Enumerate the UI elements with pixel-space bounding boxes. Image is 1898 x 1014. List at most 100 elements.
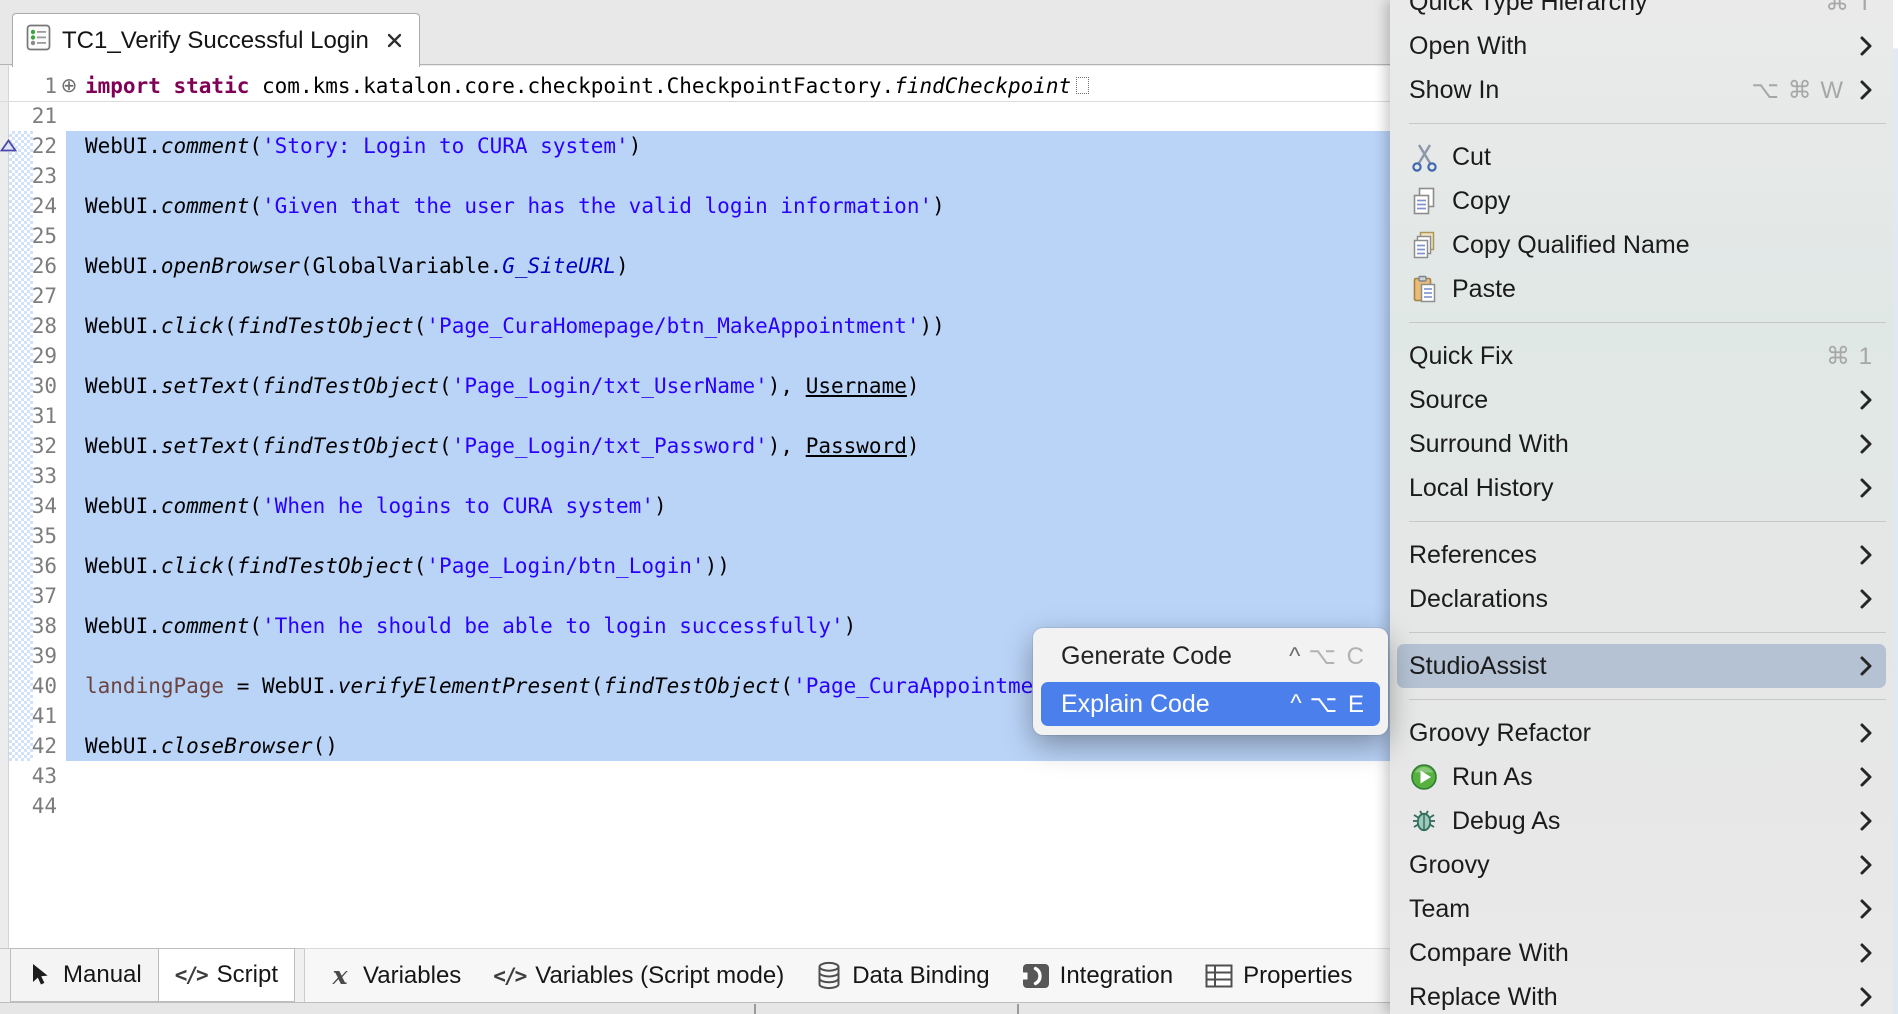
view-tab-data-binding[interactable]: Data Binding xyxy=(800,961,1005,991)
menu-item-surround-with[interactable]: Surround With xyxy=(1390,422,1893,466)
view-tab-variables-script-mode[interactable]: </>Variables (Script mode) xyxy=(477,962,800,990)
code-line[interactable]: WebUI.click(findTestObject('Page_CuraHom… xyxy=(85,311,945,341)
test-case-editor: TC1_Verify Successful Login 1⊕import sta… xyxy=(0,0,1390,1014)
menu-item-run-as[interactable]: Run As xyxy=(1390,755,1893,799)
code-line[interactable]: WebUI.comment('Then he should be able to… xyxy=(85,611,856,641)
code-token: comment xyxy=(161,494,250,518)
menu-item-quick-type-hierarchy[interactable]: Quick Type Hierarchy⌘ T xyxy=(1390,0,1893,24)
line-number: 21 xyxy=(0,101,57,131)
shortcut-modifier: ^ xyxy=(1289,643,1300,671)
menu-item-label: Quick Type Hierarchy xyxy=(1409,0,1648,17)
editor-tab[interactable]: TC1_Verify Successful Login xyxy=(12,13,420,67)
code-line[interactable]: WebUI.comment('Story: Login to CURA syst… xyxy=(85,131,641,161)
menu-item-groovy[interactable]: Groovy xyxy=(1390,843,1893,887)
variable-icon: x xyxy=(327,961,353,990)
separator-line xyxy=(1409,521,1886,522)
menu-item-copy[interactable]: Copy xyxy=(1390,179,1893,223)
code-line[interactable]: WebUI.openBrowser(GlobalVariable.G_SiteU… xyxy=(85,251,629,281)
menu-item-open-with[interactable]: Open With xyxy=(1390,24,1893,68)
menu-item-groovy-refactor[interactable]: Groovy Refactor xyxy=(1390,711,1893,755)
sash-handle[interactable] xyxy=(1017,1004,1019,1014)
line-number: 40 xyxy=(0,671,57,701)
view-tab-manual[interactable]: Manual xyxy=(10,948,159,1002)
menu-item-label: Copy Qualified Name xyxy=(1452,231,1690,260)
chevron-right-icon xyxy=(1859,765,1873,789)
katalon-studio-window: TC1_Verify Successful Login 1⊕import sta… xyxy=(0,0,1898,1014)
view-tab-panel: xVariables</>Variables (Script mode) Data… xyxy=(304,948,1390,1002)
menu-item-replace-with[interactable]: Replace With xyxy=(1390,975,1893,1014)
code-token: ( xyxy=(224,314,237,338)
view-tab-label: Data Binding xyxy=(852,962,989,990)
code-token: 'Given that the user has the valid login… xyxy=(262,194,932,218)
menu-item-paste[interactable]: Paste xyxy=(1390,267,1893,311)
menu-item-quick-fix[interactable]: Quick Fix⌘ 1 xyxy=(1390,334,1893,378)
submenu-item-explain-code[interactable]: Explain Code^⌥ E xyxy=(1041,682,1380,726)
sash-handle[interactable] xyxy=(754,1004,756,1014)
view-tab-properties[interactable]: Properties xyxy=(1189,962,1368,990)
collapsed-imports-box[interactable] xyxy=(1076,77,1089,94)
fold-expand-icon[interactable]: ⊕ xyxy=(58,71,80,101)
menu-item-declarations[interactable]: Declarations xyxy=(1390,577,1893,621)
code-line[interactable]: WebUI.closeBrowser() xyxy=(85,731,338,761)
code-token: ( xyxy=(591,674,604,698)
menu-item-team[interactable]: Team xyxy=(1390,887,1893,931)
submenu-item-generate-code[interactable]: Generate Code^⌥ C xyxy=(1041,634,1380,679)
close-icon[interactable] xyxy=(386,32,403,49)
code-token: 'Page_Login/txt_Password' xyxy=(452,434,768,458)
code-token: ) xyxy=(907,434,920,458)
view-tab-integration[interactable]: Integration xyxy=(1006,962,1189,990)
line-number: 35 xyxy=(0,521,57,551)
menu-item-label: Debug As xyxy=(1452,807,1560,836)
line-number: 42 xyxy=(0,731,57,761)
line-number: 39 xyxy=(0,641,57,671)
code-area[interactable]: 1⊕import static com.kms.katalon.core.che… xyxy=(0,66,1390,948)
menu-item-local-history[interactable]: Local History xyxy=(1390,466,1893,510)
view-tab-label: Variables (Script mode) xyxy=(535,962,784,990)
menu-item-compare-with[interactable]: Compare With xyxy=(1390,931,1893,975)
code-token: )) xyxy=(705,554,730,578)
menu-item-studioassist[interactable]: StudioAssist xyxy=(1397,644,1886,688)
editor-context-menu: Quick Type Hierarchy⌘ TOpen WithShow In⌥… xyxy=(1390,0,1893,1014)
code-token: ( xyxy=(780,674,793,698)
code-token: WebUI. xyxy=(85,434,161,458)
menu-item-label: Declarations xyxy=(1409,585,1548,614)
menu-item-debug-as[interactable]: Debug As xyxy=(1390,799,1893,843)
code-line[interactable]: WebUI.comment('Given that the user has t… xyxy=(85,191,945,221)
window-right-edge xyxy=(1893,0,1898,1014)
menu-item-copy-qualified-name[interactable]: Copy Qualified Name xyxy=(1390,223,1893,267)
chevron-right-icon xyxy=(1859,432,1873,456)
menu-separator xyxy=(1390,112,1893,135)
code-token: com.kms.katalon.core.checkpoint.Checkpoi… xyxy=(262,74,894,98)
line-number: 24 xyxy=(0,191,57,221)
chevron-right-icon xyxy=(1859,78,1873,102)
code-token: (GlobalVariable. xyxy=(300,254,502,278)
code-line[interactable]: import static com.kms.katalon.core.check… xyxy=(85,71,1089,101)
menu-item-source[interactable]: Source xyxy=(1390,378,1893,422)
code-token: 'Page_Login/btn_Login' xyxy=(426,554,704,578)
view-tab-script[interactable]: </>Script xyxy=(158,948,295,1002)
code-token: findTestObject xyxy=(237,314,414,338)
view-tab-variables[interactable]: xVariables xyxy=(311,961,477,990)
code-token: WebUI. xyxy=(85,254,161,278)
code-line[interactable]: WebUI.setText(findTestObject('Page_Login… xyxy=(85,371,920,401)
code-token: closeBrowser xyxy=(161,734,313,758)
code-token: ( xyxy=(414,314,427,338)
code-token: ( xyxy=(249,434,262,458)
menu-item-label: Quick Fix xyxy=(1409,342,1513,371)
code-token: WebUI. xyxy=(85,734,161,758)
line-number: 44 xyxy=(0,791,57,821)
code-line[interactable]: WebUI.setText(findTestObject('Page_Login… xyxy=(85,431,920,461)
line-number: 25 xyxy=(0,221,57,251)
line-number: 31 xyxy=(0,401,57,431)
bottom-sash[interactable] xyxy=(0,1002,1390,1014)
properties-icon xyxy=(1205,964,1233,988)
code-line[interactable]: WebUI.comment('When he logins to CURA sy… xyxy=(85,491,667,521)
code-line[interactable]: WebUI.click(findTestObject('Page_Login/b… xyxy=(85,551,730,581)
code-token: ), xyxy=(768,434,806,458)
menu-item-references[interactable]: References xyxy=(1390,533,1893,577)
menu-item-cut[interactable]: Cut xyxy=(1390,135,1893,179)
view-tab-bar: Manual</>ScriptxVariables</>Variables (S… xyxy=(0,948,1390,1002)
debug-icon xyxy=(1409,805,1439,837)
line-number: 34 xyxy=(0,491,57,521)
menu-item-show-in[interactable]: Show In⌥ ⌘ W xyxy=(1390,68,1893,112)
